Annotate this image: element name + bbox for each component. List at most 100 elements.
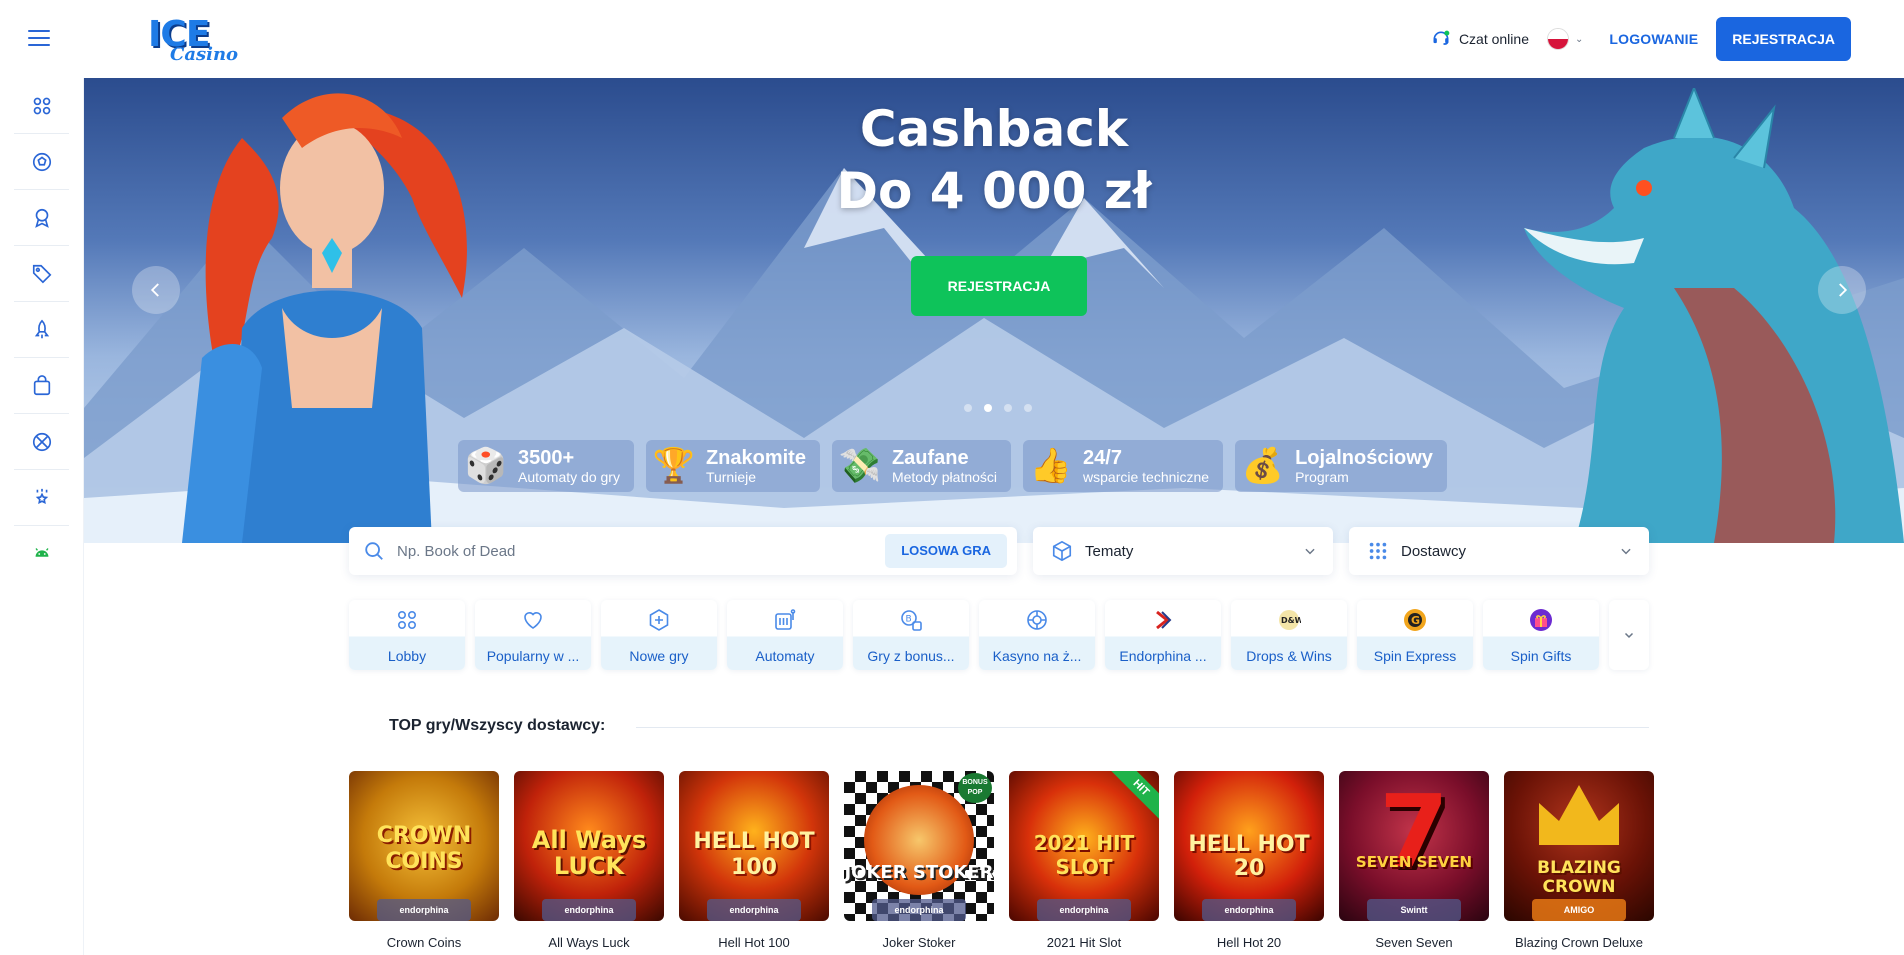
dots-grid-icon <box>1369 542 1387 560</box>
chat-online-button[interactable]: Czat online <box>1431 29 1529 49</box>
carousel-dot[interactable] <box>964 404 972 412</box>
slot-machine-icon <box>775 609 796 630</box>
game-thumbnail[interactable]: JOKER STOKER BONUS POP endorphina <box>844 771 994 921</box>
hero-next-button[interactable] <box>1818 266 1866 314</box>
spin-express-icon: G <box>1404 609 1426 631</box>
section-divider <box>636 727 1649 728</box>
new-icon <box>649 609 669 631</box>
sidebar-item-promotions[interactable] <box>14 246 69 302</box>
category-live-casino[interactable]: Kasyno na ż... <box>979 600 1095 670</box>
menu-icon[interactable] <box>28 30 50 46</box>
search-icon <box>365 542 383 560</box>
game-card[interactable]: JOKER STOKER BONUS POP endorphina Joker … <box>844 771 994 950</box>
chat-label: Czat online <box>1458 31 1529 47</box>
chevron-right-icon <box>1839 283 1848 297</box>
category-new[interactable]: Nowe gry <box>601 600 717 670</box>
spin-gifts-icon <box>1530 609 1552 631</box>
sidebar-item-lobby[interactable] <box>14 78 69 134</box>
chevron-left-icon <box>150 283 159 297</box>
chevron-down-icon[interactable]: ⌄ <box>1575 34 1583 45</box>
category-label: Lobby <box>387 648 427 664</box>
provider-badge: endorphina <box>707 899 801 921</box>
category-label: Nowe gry <box>629 648 689 664</box>
heart-icon <box>524 612 542 629</box>
logo[interactable]: ICE Casino <box>148 14 238 65</box>
thumbs-up-icon: 👍 <box>1029 447 1073 485</box>
feature-title: Lojalnościowy <box>1295 447 1433 469</box>
feature-title: Zaufane <box>891 447 969 469</box>
carousel-dot[interactable] <box>1004 404 1012 412</box>
search-box: LOSOWA GRA <box>349 527 1017 575</box>
category-drops-wins[interactable]: D&W Drops & Wins <box>1231 600 1347 670</box>
game-card[interactable]: 7 SEVEN SEVEN Swintt Seven Seven <box>1339 771 1489 950</box>
login-button[interactable]: LOGOWANIE <box>1609 31 1698 47</box>
carousel-dot[interactable] <box>1024 404 1032 412</box>
hero-features: 🎲 3500+ Automaty do gry 🏆 Znakomite Turn… <box>458 440 1447 492</box>
random-game-button[interactable]: LOSOWA GRA <box>885 534 1007 568</box>
basketball-icon <box>32 432 51 451</box>
sidebar-item-loyalty[interactable] <box>14 470 69 526</box>
category-lobby[interactable]: Lobby <box>349 600 465 670</box>
hero-prev-button[interactable] <box>132 266 180 314</box>
game-title: All Ways Luck <box>548 935 630 950</box>
hit-badge: HIT <box>1106 771 1159 823</box>
providers-label: Dostawcy <box>1401 542 1467 560</box>
game-thumbnail[interactable]: CROWN COINS endorphina <box>349 771 499 921</box>
search-input[interactable] <box>397 542 886 560</box>
game-thumbnail[interactable]: 7 SEVEN SEVEN Swintt <box>1339 771 1489 921</box>
lobby-icon <box>397 610 417 630</box>
sidebar-item-basketball[interactable] <box>14 414 69 470</box>
sidebar-item-crash[interactable] <box>14 302 69 358</box>
provider-badge: endorphina <box>1037 899 1131 921</box>
register-button[interactable]: REJESTRACJA <box>1716 17 1851 61</box>
themes-select[interactable]: Tematy <box>1033 527 1333 575</box>
game-title: Hell Hot 20 <box>1216 935 1282 950</box>
category-bar: Lobby Popularny w ... Nowe gry Automaty … <box>349 600 1649 670</box>
category-bonus-games[interactable]: B Gry z bonus... <box>853 600 969 670</box>
game-card[interactable]: CROWN COINS endorphina Crown Coins <box>349 771 499 950</box>
category-spin-express[interactable]: G Spin Express <box>1357 600 1473 670</box>
category-popular[interactable]: Popularny w ... <box>475 600 591 670</box>
game-title: Seven Seven <box>1375 935 1453 950</box>
sidebar-item-tournaments[interactable] <box>14 190 69 246</box>
sidebar-item-shop[interactable] <box>14 358 69 414</box>
game-thumbnail[interactable]: All Ways LUCK endorphina <box>514 771 664 921</box>
provider-badge: endorphina <box>542 899 636 921</box>
game-thumbnail[interactable]: BLAZING CROWN AMIGO <box>1504 771 1654 921</box>
game-thumbnail[interactable]: 2021 HIT SLOT HIT endorphina <box>1009 771 1159 921</box>
category-label: Spin Express <box>1373 648 1457 664</box>
hero-register-button[interactable]: REJESTRACJA <box>911 256 1087 316</box>
carousel-dot-active[interactable] <box>984 404 992 412</box>
cube-icon <box>1052 540 1072 562</box>
categories-expand-button[interactable] <box>1609 600 1649 670</box>
sidebar-item-android[interactable] <box>14 526 69 582</box>
game-thumbnail[interactable]: HELL HOT 20 endorphina <box>1174 771 1324 921</box>
category-slots[interactable]: Automaty <box>727 600 843 670</box>
games-grid: CROWN COINS endorphina Crown Coins All W… <box>349 771 1654 950</box>
provider-badge: endorphina <box>1202 899 1296 921</box>
game-title: Blazing Crown Deluxe <box>1515 935 1643 950</box>
game-card[interactable]: 2021 HIT SLOT HIT endorphina 2021 Hit Sl… <box>1009 771 1159 950</box>
football-icon <box>32 152 51 171</box>
category-endorphina[interactable]: Endorphina ... <box>1105 600 1221 670</box>
game-card[interactable]: HELL HOT 20 endorphina Hell Hot 20 <box>1174 771 1324 950</box>
game-thumbnail[interactable]: HELL HOT 100 endorphina <box>679 771 829 921</box>
rocket-icon <box>34 319 49 338</box>
category-spin-gifts[interactable]: Spin Gifts <box>1483 600 1599 670</box>
category-label: Popularny w ... <box>486 648 580 664</box>
feature-slots: 🎲 3500+ Automaty do gry <box>458 440 634 492</box>
shopping-bag-icon <box>33 374 50 395</box>
feature-title: Znakomite <box>705 447 806 469</box>
hero-title: Cashback <box>859 100 1129 158</box>
language-flag-icon[interactable] <box>1546 28 1569 50</box>
sidebar-item-sport[interactable] <box>14 134 69 190</box>
svg-text:G: G <box>1411 614 1420 627</box>
game-card[interactable]: BLAZING CROWN AMIGO Blazing Crown Deluxe <box>1504 771 1654 950</box>
providers-select[interactable]: Dostawcy <box>1349 527 1649 575</box>
game-card[interactable]: HELL HOT 100 endorphina Hell Hot 100 <box>679 771 829 950</box>
game-title: Crown Coins <box>386 935 462 950</box>
category-label: Spin Gifts <box>1510 648 1572 664</box>
game-card[interactable]: All Ways LUCK endorphina All Ways Luck <box>514 771 664 950</box>
svg-text:D&W: D&W <box>1281 616 1301 625</box>
feature-subtitle: Metody płatności <box>891 469 998 485</box>
